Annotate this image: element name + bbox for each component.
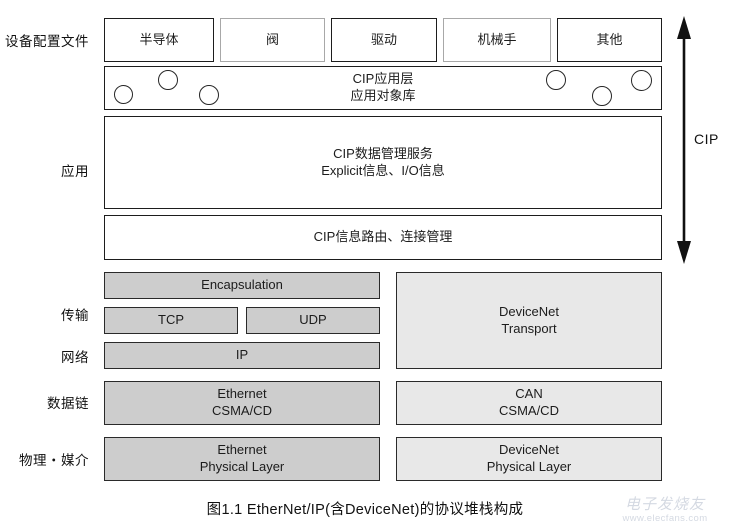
row-label-physical-media: 物理・媒介 (19, 453, 89, 468)
device-profile-drive[interactable]: 驱动 (331, 18, 437, 62)
object-circle-icon (114, 85, 133, 104)
cip-message-routing-line1: CIP信息路由、连接管理 (313, 229, 453, 245)
ip-label: IP (235, 347, 249, 363)
object-circle-icon (631, 70, 652, 91)
device-profile-valve[interactable]: 阀 (220, 18, 325, 62)
object-circle-icon (592, 86, 612, 106)
device-profile-semiconductor-label: 半导体 (139, 31, 179, 47)
can-csmacd-line1: CAN (515, 386, 543, 402)
device-profile-semiconductor[interactable]: 半导体 (104, 18, 214, 62)
devicenet-physical-layer-line2: Physical Layer (486, 459, 572, 474)
ethernet-physical-layer-line2: Physical Layer (199, 459, 285, 474)
udp-label: UDP (299, 312, 327, 328)
device-profile-other[interactable]: 其他 (557, 18, 662, 62)
tcp-label: TCP (158, 312, 184, 328)
device-profile-robot-label: 机械手 (477, 31, 517, 47)
can-csmacd-line2: CSMA/CD (499, 403, 559, 418)
protocol-stack-diagram: 设备配置文件 应用 传输 网络 数据链 物理・媒介 半导体 阀 驱动 机械手 其… (0, 0, 730, 526)
row-label-data-link: 数据链 (47, 396, 89, 411)
ethernet-csmacd-line1: Ethernet (217, 386, 267, 402)
object-circle-icon (158, 70, 178, 90)
devicenet-transport-line1: DeviceNet (499, 303, 559, 319)
cip-application-layer-box[interactable]: CIP应用层 应用对象库 (104, 66, 662, 110)
devicenet-transport-line2: Transport (501, 320, 557, 336)
ethernet-csmacd-box[interactable]: Ethernet CSMA/CD (104, 381, 380, 425)
cip-data-management-line2: Explicit信息、I/O信息 (321, 162, 445, 178)
cip-data-management-line1: CIP数据管理服务 (333, 145, 433, 161)
cip-scope-label: CIP (694, 131, 719, 147)
device-profile-other-label: 其他 (596, 31, 623, 47)
row-label-network: 网络 (61, 350, 89, 365)
cip-application-layer-line2: 应用对象库 (350, 88, 416, 103)
object-circle-icon (546, 70, 566, 90)
ethernet-physical-layer-line1: Ethernet (217, 442, 267, 458)
device-profile-drive-label: 驱动 (370, 31, 397, 47)
row-label-device-profiles: 设备配置文件 (5, 34, 89, 49)
cip-application-layer-line1: CIP应用层 (352, 71, 414, 87)
figure-caption: 图1.1 EtherNet/IP(含DeviceNet)的协议堆栈构成 (206, 502, 524, 518)
device-profile-valve-label: 阀 (265, 31, 279, 47)
cip-data-management-box[interactable]: CIP数据管理服务 Explicit信息、I/O信息 (104, 116, 662, 209)
row-label-application: 应用 (61, 164, 89, 179)
ip-box[interactable]: IP (104, 342, 380, 369)
devicenet-transport-box[interactable]: DeviceNet Transport (396, 272, 662, 369)
udp-box[interactable]: UDP (246, 307, 380, 334)
ethernet-csmacd-line2: CSMA/CD (212, 403, 272, 418)
device-profile-robot[interactable]: 机械手 (443, 18, 551, 62)
row-label-transport: 传输 (61, 308, 89, 323)
devicenet-physical-layer-box[interactable]: DeviceNet Physical Layer (396, 437, 662, 481)
devicenet-physical-layer-line1: DeviceNet (499, 442, 559, 458)
tcp-box[interactable]: TCP (104, 307, 238, 334)
ethernet-physical-layer-box[interactable]: Ethernet Physical Layer (104, 437, 380, 481)
can-csmacd-box[interactable]: CAN CSMA/CD (396, 381, 662, 425)
encapsulation-label: Encapsulation (201, 277, 283, 293)
object-circle-icon (199, 85, 219, 105)
encapsulation-box[interactable]: Encapsulation (104, 272, 380, 299)
cip-message-routing-box[interactable]: CIP信息路由、连接管理 (104, 215, 662, 260)
